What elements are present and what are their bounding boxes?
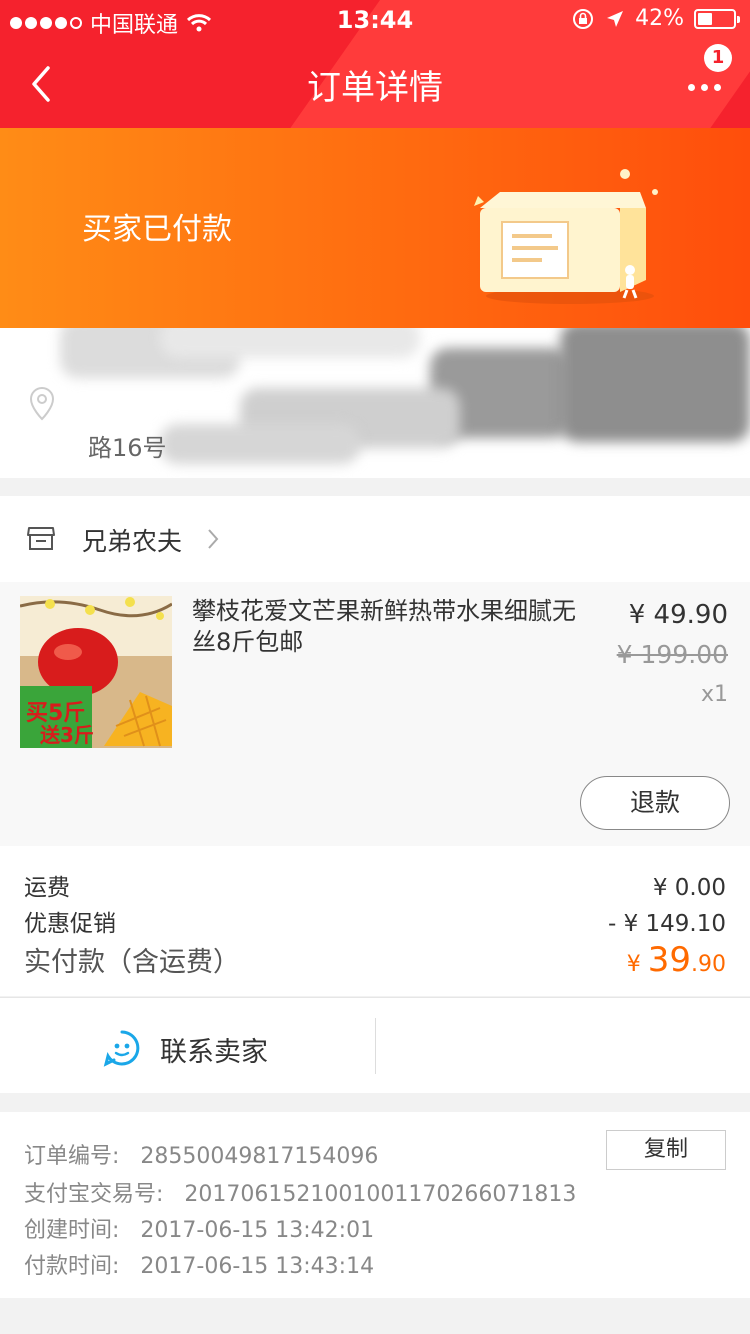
product-item[interactable]: 买5斤 送3斤 攀枝花爱文芒果新鲜热带水果细腻无丝8斤包邮 ¥ 49.90 ¥ … <box>0 582 750 846</box>
product-quantity: x1 <box>700 682 728 707</box>
discount-row: 优惠促销 - ¥ 149.10 <box>24 904 726 938</box>
discount-label: 优惠促销 <box>24 911 116 937</box>
bottom-spacer <box>0 1298 750 1334</box>
amount-paid-integer: 39 <box>647 940 691 980</box>
store-icon <box>27 527 55 550</box>
alipay-number-value: 2017061521001001170266071813 <box>184 1182 577 1207</box>
alipay-number-label: 支付宝交易号: <box>24 1182 164 1207</box>
battery-icon <box>694 8 740 29</box>
contact-seller-row: 联系卖家 <box>0 997 750 1093</box>
amount-paid-decimal: .90 <box>691 952 726 977</box>
product-thumbnail[interactable]: 买5斤 送3斤 <box>20 596 172 748</box>
contact-seller-button[interactable]: 联系卖家 <box>160 1030 268 1069</box>
chevron-right-icon <box>208 529 219 549</box>
shipping-fee-label: 运费 <box>24 875 70 901</box>
paid-time-label: 付款时间: <box>24 1254 120 1279</box>
location-arrow-icon <box>607 10 624 27</box>
mango-image-icon: 买5斤 送3斤 <box>20 596 172 748</box>
created-time-row: 创建时间: 2017-06-15 13:42:01 <box>24 1212 374 1244</box>
order-status-text: 买家已付款 <box>82 212 232 247</box>
refund-button[interactable]: 退款 <box>580 776 730 830</box>
svg-text:送3斤: 送3斤 <box>40 723 94 747</box>
copy-button[interactable]: 复制 <box>606 1130 726 1170</box>
shipping-fee-value: ¥ 0.00 <box>652 875 726 901</box>
amount-paid-currency: ¥ <box>626 952 648 977</box>
redacted-area <box>160 328 420 358</box>
created-time-label: 创建时间: <box>24 1218 120 1243</box>
status-right: 42% <box>571 6 740 31</box>
more-dots-icon <box>688 84 721 91</box>
order-status-banner: 买家已付款 <box>0 128 750 328</box>
shop-name: 兄弟农夫 <box>82 527 183 556</box>
redacted-area <box>160 424 360 464</box>
order-number-row: 订单编号: 28550049817154096 <box>24 1138 378 1170</box>
top-bar: 中国联通 13:44 42% 订单详情 1 <box>0 0 750 128</box>
order-number-value: 28550049817154096 <box>140 1144 379 1169</box>
address-fragment: 路16号 <box>88 434 167 462</box>
created-time-value: 2017-06-15 13:42:01 <box>140 1218 375 1243</box>
redacted-area <box>560 328 750 442</box>
status-bar: 中国联通 13:44 42% <box>0 0 750 40</box>
battery-percent: 42% <box>635 6 684 31</box>
vertical-divider <box>375 1018 376 1074</box>
product-title[interactable]: 攀枝花爱文芒果新鲜热带水果细腻无丝8斤包邮 <box>192 596 582 658</box>
payment-summary: 运费 ¥ 0.00 优惠促销 - ¥ 149.10 实付款（含运费） ¥ 39.… <box>0 846 750 996</box>
shop-row[interactable]: 兄弟农夫 <box>0 496 750 582</box>
alipay-number-row: 支付宝交易号: 2017061521001001170266071813 <box>24 1176 576 1208</box>
rotation-lock-icon <box>573 8 594 29</box>
location-pin-icon <box>29 386 55 421</box>
discount-value: - ¥ 149.10 <box>607 911 726 937</box>
notification-badge: 1 <box>704 44 732 72</box>
shipping-address[interactable]: 路16号 <box>0 328 750 478</box>
product-original-price: ¥ 199.00 <box>616 640 728 669</box>
order-number-label: 订单编号: <box>24 1144 120 1169</box>
paid-time-value: 2017-06-15 13:43:14 <box>140 1254 375 1279</box>
chat-face-icon[interactable] <box>102 1028 142 1068</box>
amount-paid-value: ¥ 39.90 <box>627 940 726 980</box>
page-title: 订单详情 <box>307 68 443 108</box>
package-illustration-icon <box>474 169 658 304</box>
amount-paid-label: 实付款（含运费） <box>24 947 240 978</box>
product-price: ¥ 49.90 <box>628 600 728 630</box>
paid-time-row: 付款时间: 2017-06-15 13:43:14 <box>24 1248 374 1280</box>
shipping-fee-row: 运费 ¥ 0.00 <box>24 868 726 902</box>
navigation-bar: 订单详情 <box>0 40 750 128</box>
amount-paid-row: 实付款（含运费） ¥ 39.90 <box>24 940 726 980</box>
order-info: 订单编号: 28550049817154096 复制 支付宝交易号: 20170… <box>0 1112 750 1298</box>
